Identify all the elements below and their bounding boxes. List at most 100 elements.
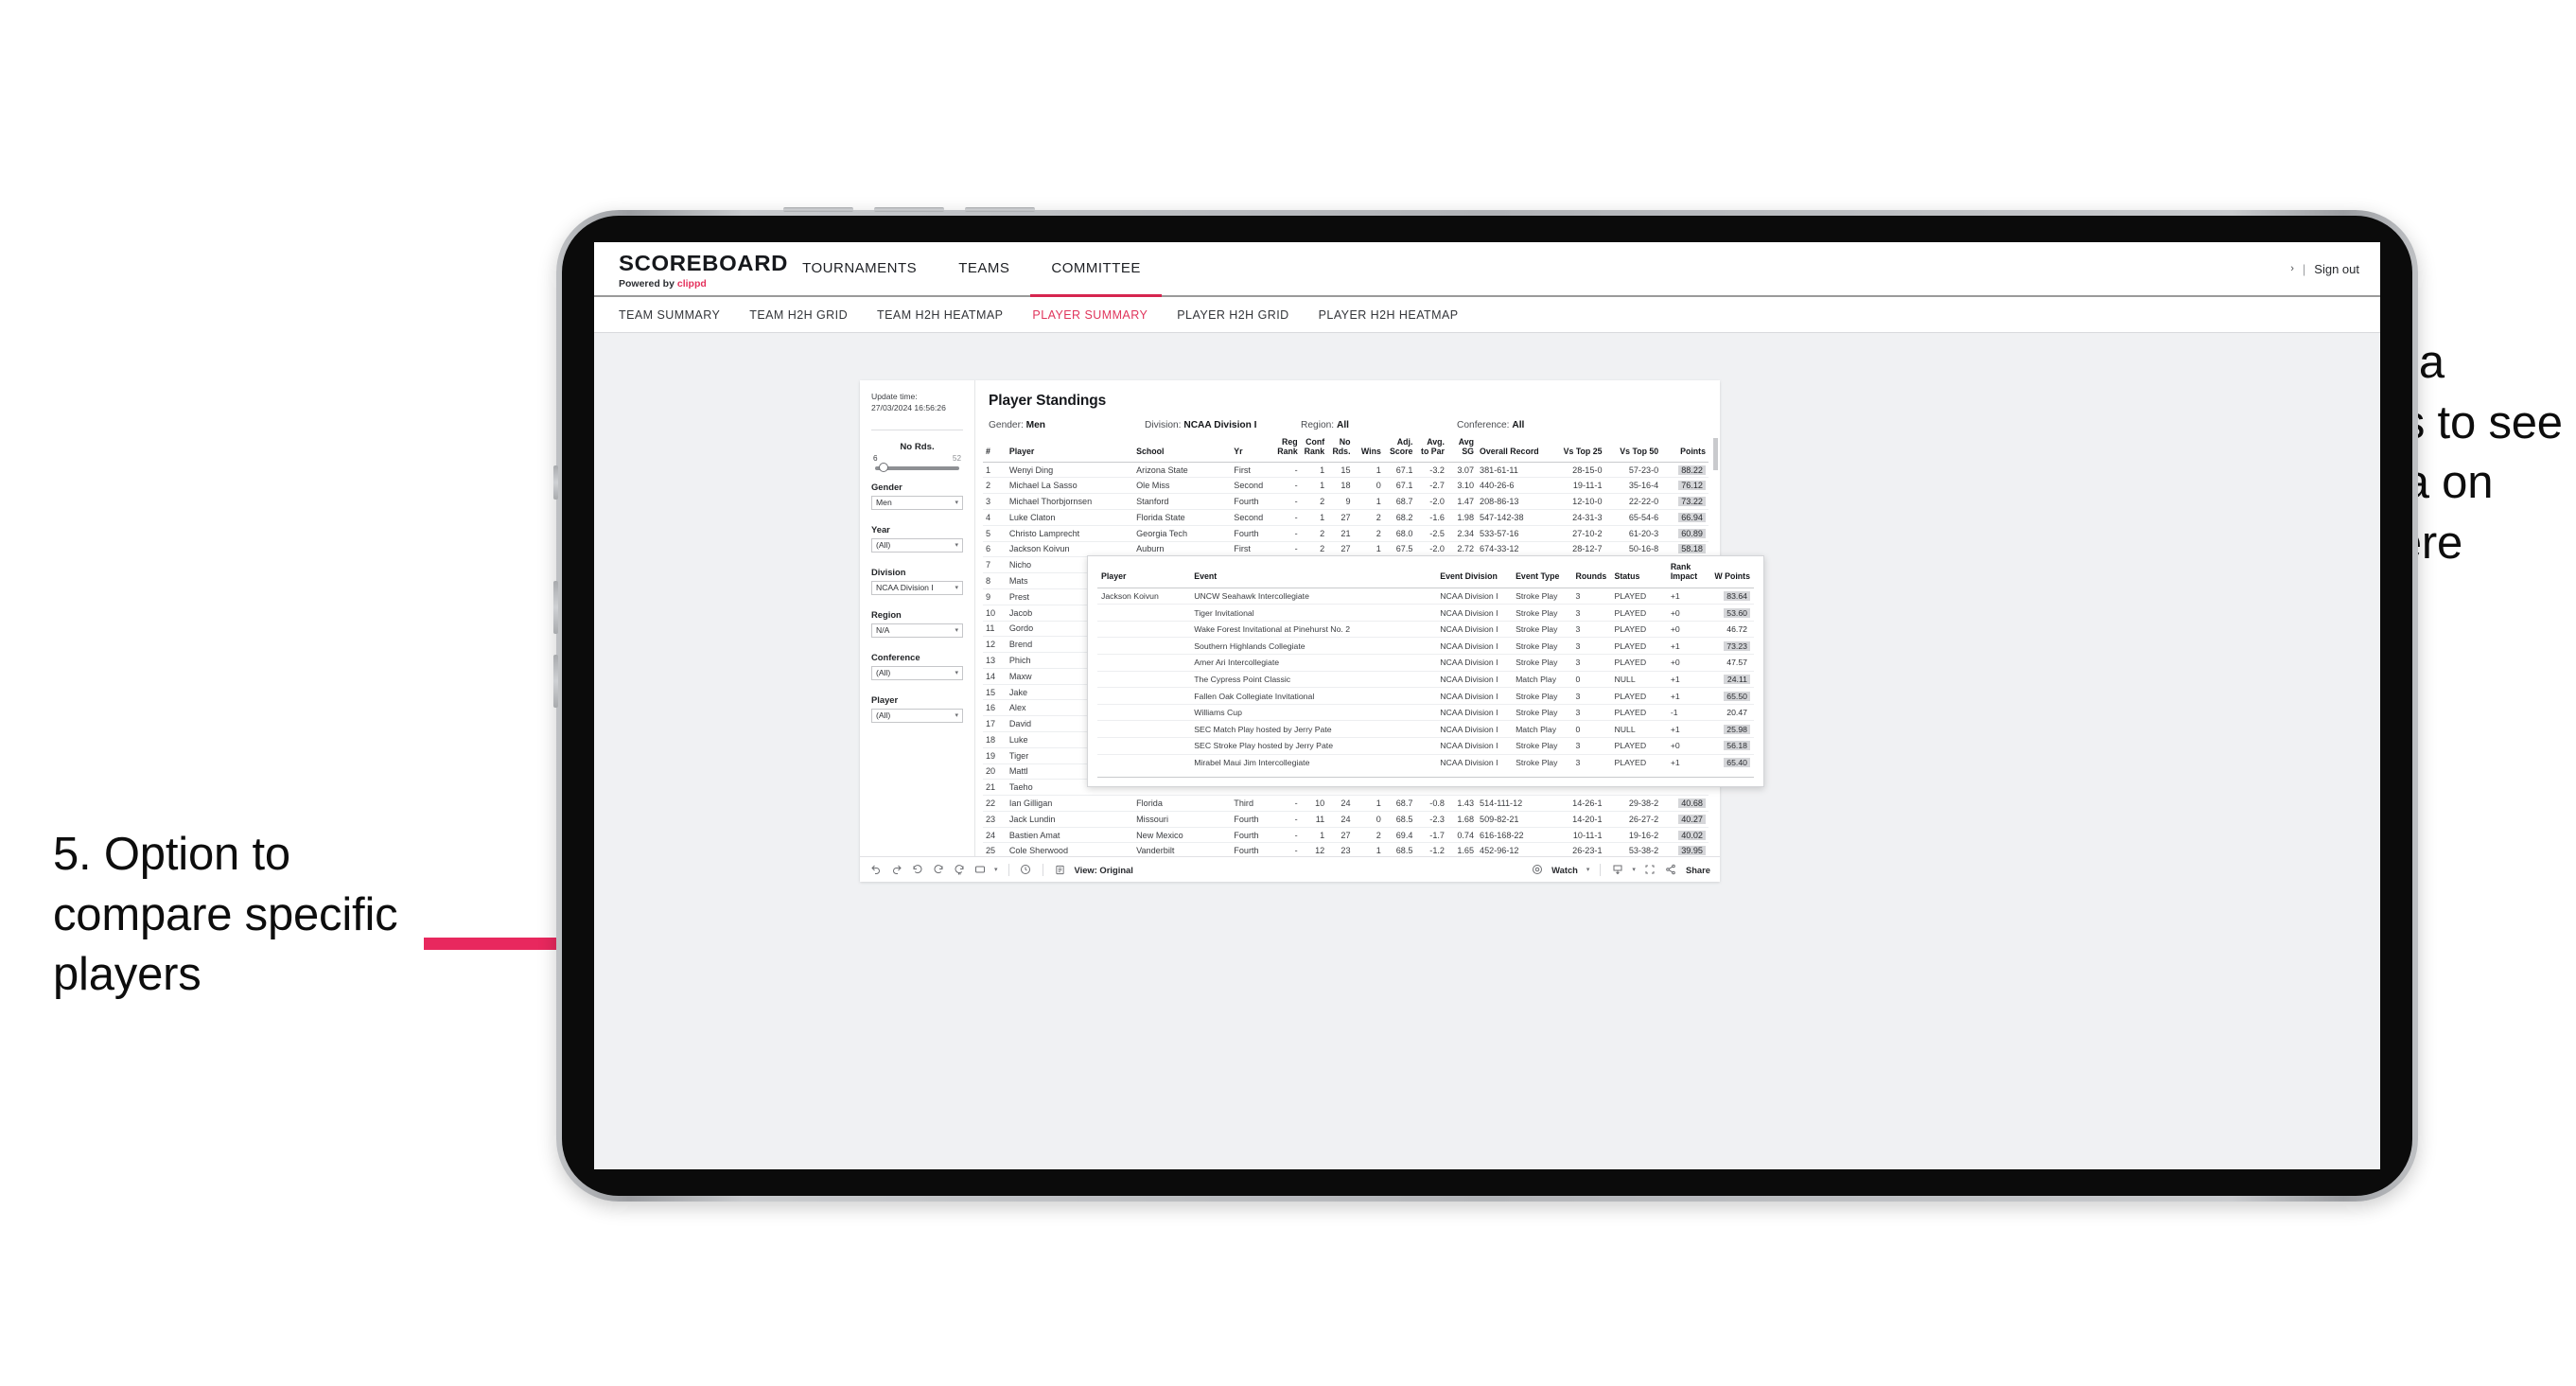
standings-row[interactable]: 3 Michael Thorbjornsen Stanford Fourth -2 9 1 6… [983, 493, 1709, 511]
tt-cell-type: Stroke Play [1512, 654, 1572, 672]
subtab-player-h2h-grid[interactable]: PLAYER H2H GRID [1177, 308, 1288, 322]
col-vs-top-25[interactable]: Vs Top 25 [1548, 438, 1605, 463]
points-badge[interactable]: 39.95 [1678, 846, 1706, 856]
pause-refresh-icon[interactable] [953, 864, 965, 876]
col-wins[interactable]: Wins [1353, 438, 1384, 463]
subtab-player-h2h-heatmap[interactable]: PLAYER H2H HEATMAP [1319, 308, 1459, 322]
custom-view-caret-icon[interactable]: ▾ [994, 866, 998, 873]
col-rank[interactable]: # [983, 438, 1007, 463]
standings-row[interactable]: 4 Luke Claton Florida State Second -1 27 2 68.2… [983, 509, 1709, 526]
cell-adj: 68.7 [1383, 795, 1416, 812]
share-icon[interactable] [1665, 864, 1677, 876]
cell-par: -2.0 [1415, 493, 1447, 511]
points-badge[interactable]: 60.89 [1678, 528, 1706, 538]
table-scrollbar-thumb[interactable] [1713, 438, 1718, 470]
cell-points: 76.12 [1661, 477, 1709, 495]
custom-view-icon[interactable] [973, 864, 986, 876]
col-reg-rank[interactable]: Reg Rank [1274, 438, 1301, 463]
standings-row[interactable]: 24 Bastien Amat New Mexico Fourth -1 27 2 69.4-… [983, 827, 1709, 844]
cell-num: 8 [983, 572, 1007, 589]
tt-cell-w-points: 56.18 [1709, 737, 1754, 755]
standings-table-head: # Player School Yr Reg Rank Conf Rank No… [983, 438, 1709, 463]
points-badge[interactable]: 88.22 [1678, 465, 1706, 475]
tt-cell-status: PLAYED [1610, 704, 1667, 722]
points-badge[interactable]: 76.12 [1678, 481, 1706, 491]
subtab-team-summary[interactable]: TEAM SUMMARY [619, 308, 720, 322]
subtab-team-h2h-grid[interactable]: TEAM H2H GRID [749, 308, 848, 322]
col-player[interactable]: Player [1006, 438, 1134, 463]
points-badge[interactable]: 40.68 [1678, 798, 1706, 808]
nav-tab-committee[interactable]: COMMITTEE [1030, 242, 1162, 297]
cell-record: 452-96-12 [1477, 842, 1549, 856]
standings-row[interactable]: 5 Christo Lamprecht Georgia Tech Fourth -2 21… [983, 525, 1709, 542]
cell-yr: First [1231, 462, 1275, 479]
col-avg-to-par[interactable]: Avg. to Par [1415, 438, 1447, 463]
filter-year-select[interactable]: (All) ▾ [871, 537, 963, 553]
tooltip-row: Williams Cup NCAA Division I Stroke Play 3 P… [1097, 704, 1754, 722]
standings-row[interactable]: 23 Jack Lundin Missouri Fourth -11 24 0 68.5 -2.… [983, 811, 1709, 828]
standings-row[interactable]: 25 Cole Sherwood Vanderbilt Fourth -12 23 1 68.… [983, 842, 1709, 856]
cell-yr: Fourth [1231, 525, 1275, 542]
cell-num: 22 [983, 795, 1007, 812]
standings-row[interactable]: 1 Wenyi Ding Arizona State First -1 15 1 67.1 -3… [983, 462, 1709, 479]
slider-title: No Rds. [900, 441, 935, 452]
viz-canvas: Update time: 27/03/2024 16:56:26 No Rds.… [594, 333, 2380, 1169]
fullscreen-icon[interactable] [1644, 864, 1656, 876]
filter-player-select[interactable]: (All) ▾ [871, 708, 963, 723]
subtab-player-summary[interactable]: PLAYER SUMMARY [1032, 308, 1148, 322]
filter-division-select[interactable]: NCAA Division I ▾ [871, 580, 963, 595]
redo-icon[interactable] [890, 864, 902, 876]
slider-track[interactable] [875, 463, 959, 473]
col-no-rds[interactable]: No Rds. [1327, 438, 1354, 463]
points-badge[interactable]: 40.27 [1678, 814, 1706, 824]
refresh-icon[interactable] [932, 864, 944, 876]
points-badge[interactable]: 73.22 [1678, 497, 1706, 507]
nav-tab-teams[interactable]: TEAMS [938, 242, 1030, 297]
filter-region-select[interactable]: N/A ▾ [871, 623, 963, 638]
points-badge[interactable]: 58.18 [1678, 544, 1706, 554]
cell-num: 12 [983, 636, 1007, 654]
sign-out-link[interactable]: Sign out [2314, 262, 2359, 276]
cell-points: 73.22 [1661, 493, 1709, 511]
watch-caret-icon[interactable]: ▾ [1586, 866, 1590, 873]
tt-cell-player [1097, 737, 1191, 755]
subheader-region: Region: All [1301, 420, 1349, 430]
col-points[interactable]: Points [1661, 438, 1709, 463]
view-original-label[interactable]: View: Original [1075, 865, 1133, 875]
tt-cell-status: NULL [1610, 720, 1667, 739]
col-conf-rank[interactable]: Conf Rank [1300, 438, 1328, 463]
filter-gender-select[interactable]: Men ▾ [871, 495, 963, 510]
col-adj-score[interactable]: Adj. Score [1383, 438, 1416, 463]
filter-conference-select[interactable]: (All) ▾ [871, 665, 963, 680]
col-yr[interactable]: Yr [1231, 438, 1275, 463]
standings-row[interactable]: 2 Michael La Sasso Ole Miss Second -1 18 0 67.1… [983, 477, 1709, 495]
tt-cell-status: PLAYED [1610, 621, 1667, 639]
download-icon[interactable] [1611, 864, 1623, 876]
tt-cell-status: PLAYED [1610, 654, 1667, 672]
col-avg-sg[interactable]: Avg SG [1446, 438, 1478, 463]
view-original-icon[interactable] [1054, 864, 1066, 876]
col-overall-record[interactable]: Overall Record [1477, 438, 1549, 463]
subtab-team-h2h-heatmap[interactable]: TEAM H2H HEATMAP [877, 308, 1003, 322]
account-chevron-icon[interactable]: › [2290, 263, 2294, 274]
col-school[interactable]: School [1133, 438, 1232, 463]
filter-no-rounds-slider[interactable]: No Rds. 6 52 [871, 440, 963, 473]
tt-cell-w-points: 53.60 [1709, 604, 1754, 622]
tt-cell-status: PLAYED [1610, 637, 1667, 656]
app-topbar: SCOREBOARD Powered by clippd TOURNAMENTS… [594, 242, 2380, 297]
cell-school: Florida State [1133, 509, 1232, 526]
standings-row[interactable]: 22 Ian Gilligan Florida Third -10 24 1 68.7 -0.8… [983, 795, 1709, 812]
watch-icon[interactable] [1531, 864, 1543, 876]
download-caret-icon[interactable]: ▾ [1632, 866, 1636, 873]
nav-tab-tournaments[interactable]: TOURNAMENTS [781, 242, 938, 297]
points-badge[interactable]: 40.02 [1678, 830, 1706, 840]
points-badge[interactable]: 66.94 [1678, 512, 1706, 522]
pause-auto-updates-icon[interactable] [1020, 864, 1032, 876]
revert-icon[interactable] [911, 864, 923, 876]
share-label[interactable]: Share [1686, 865, 1710, 875]
slider-handle[interactable] [878, 463, 888, 473]
col-vs-top-50[interactable]: Vs Top 50 [1604, 438, 1662, 463]
watch-label[interactable]: Watch [1551, 865, 1578, 875]
brand-logo[interactable]: SCOREBOARD Powered by clippd [594, 242, 787, 295]
undo-icon[interactable] [869, 864, 882, 876]
